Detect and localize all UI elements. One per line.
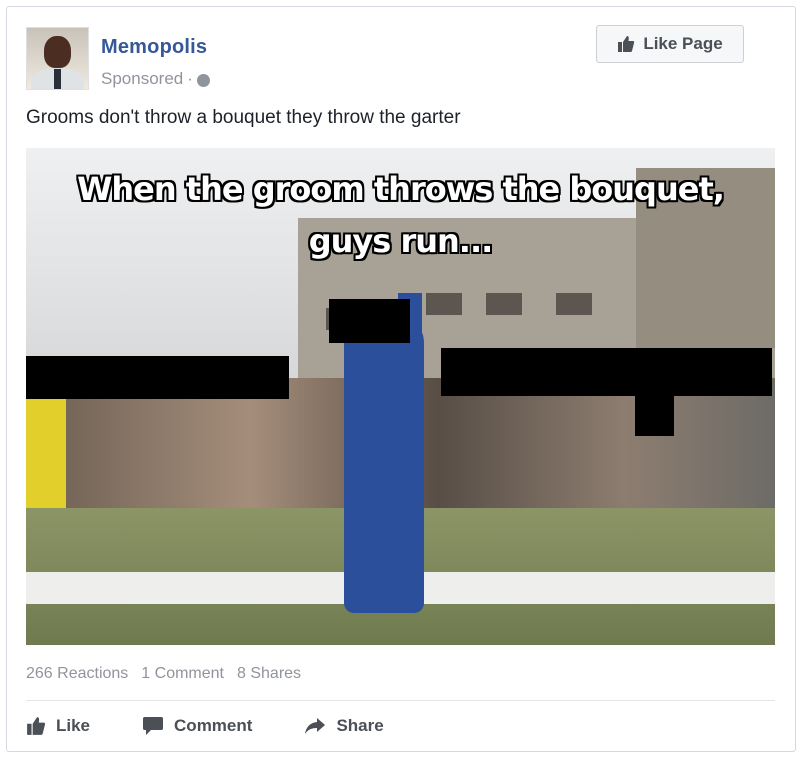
sponsored-post-card: Memopolis Sponsored · Like Page Grooms d… <box>6 6 796 752</box>
page-avatar[interactable] <box>26 27 89 90</box>
shares-count[interactable]: 8 Shares <box>237 665 301 683</box>
avatar-tie <box>54 69 61 89</box>
actions-divider <box>26 700 775 701</box>
avatar-head <box>44 36 71 68</box>
post-message: Grooms don't throw a bouquet they throw … <box>26 107 461 128</box>
image-groom <box>344 313 424 613</box>
thumbs-up-icon <box>27 717 46 735</box>
like-page-label: Like Page <box>643 34 723 53</box>
comment-label: Comment <box>174 716 253 735</box>
image-window <box>556 293 592 315</box>
reactions-count[interactable]: 266 Reactions <box>26 665 128 683</box>
image-window <box>426 293 462 315</box>
comments-count[interactable]: 1 Comment <box>141 665 224 683</box>
page-name-link[interactable]: Memopolis <box>101 36 207 59</box>
comment-button[interactable]: Comment <box>142 716 252 736</box>
like-page-button[interactable]: Like Page <box>596 25 744 63</box>
separator-dot: · <box>187 69 193 88</box>
globe-icon[interactable] <box>196 73 210 87</box>
like-label: Like <box>56 716 91 735</box>
share-button[interactable]: Share <box>304 716 384 736</box>
meme-caption-line-1: When the groom throws the bouquet, <box>77 170 725 208</box>
redaction-bar <box>26 356 289 399</box>
sponsored-line: Sponsored · <box>101 69 210 89</box>
share-arrow-icon <box>305 718 326 734</box>
engagement-counts: 266 Reactions 1 Comment 8 Shares <box>26 665 301 683</box>
sponsored-label[interactable]: Sponsored <box>101 69 183 89</box>
redaction-bar <box>441 348 772 396</box>
post-image[interactable]: When the groom throws the bouquet, guys … <box>26 148 775 645</box>
thumbs-up-icon <box>618 36 635 52</box>
redaction-bar <box>635 388 674 436</box>
meme-caption-line-2: guys run... <box>308 222 494 260</box>
share-label: Share <box>336 716 384 735</box>
image-window <box>486 293 522 315</box>
comment-bubble-icon <box>143 717 164 735</box>
post-actions-bar: Like Comment Share <box>26 710 384 742</box>
like-button[interactable]: Like <box>26 716 90 736</box>
redaction-bar <box>329 299 410 343</box>
